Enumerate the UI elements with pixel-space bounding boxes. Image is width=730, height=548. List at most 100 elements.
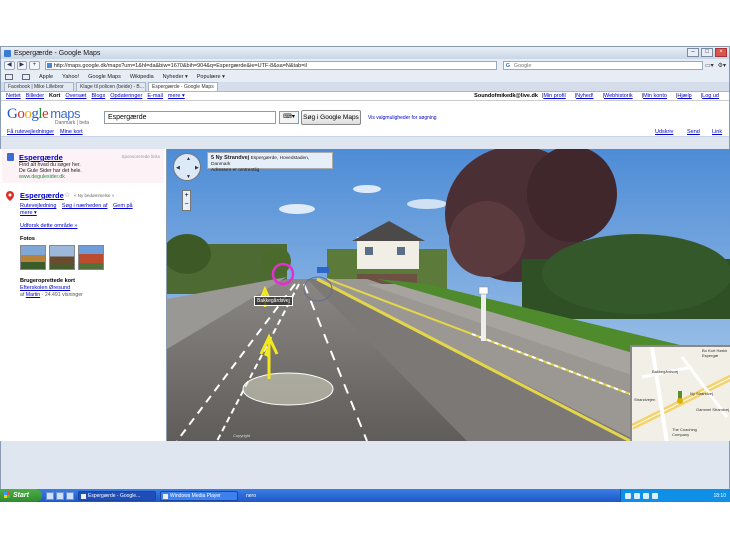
star-icon[interactable]: ☆ <box>64 191 70 199</box>
pan-left-icon[interactable]: ◀ <box>176 165 180 171</box>
street-view-address: 5 Ny Strandvej Espergærde, Hovedstaden, … <box>207 152 333 173</box>
save-action[interactable]: Gem på <box>113 203 133 209</box>
my-maps-link[interactable]: Mine kort <box>60 129 83 135</box>
task-espergaerde[interactable]: Espergærde - Google... <box>78 490 156 501</box>
search-nearby-action[interactable]: Søg i nærheden af <box>62 203 108 209</box>
photo-thumbnails <box>20 245 104 270</box>
address-bar[interactable]: http://maps.google.dk/maps?um=1&hl=da&bi… <box>44 61 497 70</box>
result-title[interactable]: Espergærde <box>20 191 64 200</box>
zoom-control[interactable]: + − <box>182 190 191 211</box>
google-icon: G <box>505 63 510 69</box>
gbar-link[interactable]: Log ud <box>702 93 719 99</box>
search-input[interactable]: G Google <box>502 61 703 70</box>
photos-label: Fotos <box>20 236 35 242</box>
quick-launch-icon[interactable] <box>56 491 64 500</box>
gbar-link[interactable]: Opdateringer <box>110 93 142 99</box>
tray-icon[interactable] <box>634 492 640 499</box>
bookmark-item[interactable]: Wikipedia <box>130 74 154 80</box>
minimap-label: Bo Kort Hørkir Espergæ <box>702 348 728 358</box>
search-options-link[interactable]: Vis valgmuligheder for søgning <box>368 115 437 121</box>
ad-title[interactable]: Espergærde <box>19 153 63 162</box>
bookmark-item[interactable]: Google Maps <box>88 74 121 80</box>
directions-link[interactable]: Få rutevejledninger <box>7 129 54 135</box>
add-icon[interactable]: + <box>29 61 40 70</box>
gbar-link[interactable]: Hjælp <box>677 93 691 99</box>
gbar-link[interactable]: Min profil <box>543 93 565 99</box>
gear-icon[interactable]: ⚙▾ <box>718 62 726 69</box>
maximize-icon[interactable]: □ <box>701 48 713 57</box>
back-icon[interactable]: ◀ <box>4 61 15 70</box>
gbar-link[interactable]: Nettet <box>6 93 21 99</box>
send-link[interactable]: Send <box>687 129 700 135</box>
volume-icon[interactable] <box>652 492 658 499</box>
maps-search-button[interactable]: Søg i Google Maps <box>301 110 361 125</box>
gbar-link[interactable]: mere ▾ <box>168 93 185 99</box>
tray-icon[interactable] <box>625 492 631 499</box>
bookmark-item[interactable]: Nyheder ▾ <box>163 74 188 80</box>
close-icon[interactable]: × <box>715 48 727 57</box>
minimize-icon[interactable]: – <box>687 48 699 57</box>
gbar-link[interactable]: Min konto <box>643 93 667 99</box>
photo-thumbnail[interactable] <box>20 245 46 270</box>
gbar-link[interactable]: E-mail <box>147 93 163 99</box>
tab-google-maps[interactable]: Espergærde - Google Maps <box>148 82 218 91</box>
sponsored-ad: Espergærde Sponsorerede links Find alt h… <box>2 149 164 183</box>
link-link[interactable]: Link <box>712 129 722 135</box>
bookmark-item[interactable]: Apple <box>39 74 53 80</box>
quick-launch-icon[interactable] <box>66 491 74 500</box>
bookmarks-icon[interactable] <box>5 74 13 80</box>
minimap-label: The Coaching Company <box>672 427 697 437</box>
user-map-meta: af Martin - 24.491 visninger <box>20 292 83 298</box>
tab-facebook[interactable]: Facebook | Mike Lillebror <box>4 82 74 91</box>
user-map-link[interactable]: Efterskolen Øresund <box>20 285 70 291</box>
grid-icon[interactable] <box>22 74 30 80</box>
bookmark-item[interactable]: Populære ▾ <box>197 74 225 80</box>
forward-icon[interactable]: ▶ <box>16 61 28 70</box>
task-media-player[interactable]: Windows Media Player <box>160 490 238 501</box>
print-link[interactable]: Udskriv <box>655 129 673 135</box>
gbar-link[interactable]: Nyhed! <box>576 93 593 99</box>
photo-thumbnail[interactable] <box>78 245 104 270</box>
new-rating-link[interactable]: « Ny bedømmelse » <box>74 193 114 198</box>
maps-search-input[interactable]: Espergærde <box>104 111 276 124</box>
ad-description: Find alt hvad du søger her. De Gule Sider… <box>19 162 82 174</box>
copyright-text: Copyright <box>233 433 251 438</box>
result-actions: Rutevejledning Søg i nærheden af Gem på … <box>20 203 140 217</box>
page-menu-icon[interactable]: ▭▾ <box>705 62 714 69</box>
logo-subtitle: Danmark | beta <box>55 120 90 126</box>
url-text: http://maps.google.dk/maps?um=1&hl=da&bi… <box>53 63 307 69</box>
pan-control[interactable]: ▲ ◀ ▶ ▼ <box>173 153 201 181</box>
google-bar: Nettet Billeder Kort Oversæt Blogs Opdat… <box>1 92 729 101</box>
gbar-right: Soundofmikedk@live.dk | Min profil | Nyhed… <box>474 93 719 99</box>
gbar-link[interactable]: Blogs <box>91 93 105 99</box>
gbar-link[interactable]: Billeder <box>26 93 44 99</box>
minimap[interactable]: Bo Kort Hørkir Espergæ Bakkegårdsvej Str… <box>630 345 730 441</box>
window-controls: – □ × <box>687 48 727 57</box>
directions-action[interactable]: Rutevejledning <box>20 203 56 209</box>
keyboard-icon[interactable]: ⌨▾ <box>279 111 299 124</box>
pan-up-icon[interactable]: ▲ <box>186 156 191 162</box>
nero-label: nero <box>246 492 257 499</box>
minimap-label: Bakkegårdsvej <box>652 369 679 374</box>
more-action[interactable]: mere ▾ <box>20 210 37 216</box>
quick-launch-icon[interactable] <box>46 491 54 500</box>
system-tray: 18:10 <box>620 489 730 502</box>
gbar-link[interactable]: Webhistorik <box>604 93 633 99</box>
bookmark-item[interactable]: Yahoo! <box>62 74 79 80</box>
clock: 18:10 <box>713 492 726 499</box>
favicon-icon <box>46 63 52 68</box>
pan-down-icon[interactable]: ▼ <box>186 174 191 180</box>
photo-thumbnail[interactable] <box>49 245 75 270</box>
tray-icon[interactable] <box>643 492 649 499</box>
tab-klage[interactable]: Klage til policen (beide) - B... <box>76 82 146 91</box>
title-bar: Espergærde - Google Maps – □ × <box>1 47 729 59</box>
gbar-link[interactable]: Oversæt <box>65 93 86 99</box>
explore-area-link[interactable]: Udforsk dette område » <box>20 223 77 229</box>
navigation-toolbar: ◀ ▶ + http://maps.google.dk/maps?um=1&hl… <box>1 59 729 72</box>
start-button[interactable]: Start <box>0 489 42 502</box>
pan-right-icon[interactable]: ▶ <box>195 165 199 171</box>
street-view-panel[interactable]: ▲ ◀ ▶ ▼ + − 5 Ny Strandvej Espergærde, Ho… <box>167 149 730 441</box>
ad-url[interactable]: www.degulesider.dk <box>19 174 65 180</box>
street-name-label[interactable]: Bakkegårdsvej <box>254 296 293 306</box>
author-link[interactable]: Martin <box>26 292 40 298</box>
